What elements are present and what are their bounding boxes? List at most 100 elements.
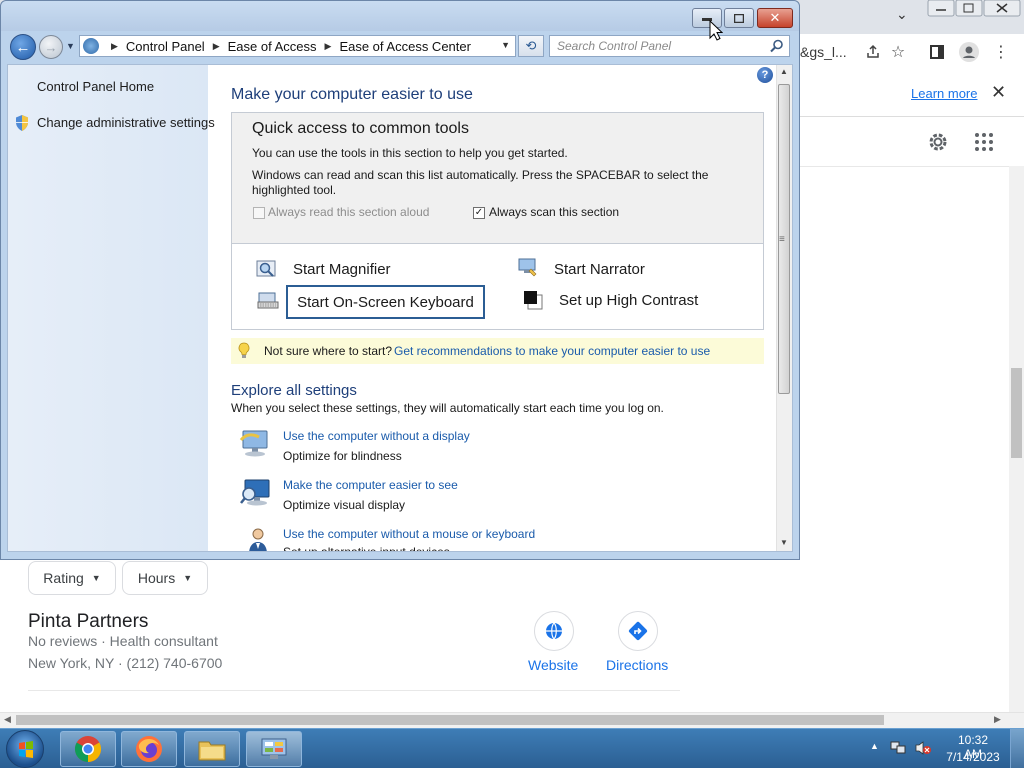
url-fragment[interactable]: &gs_l...	[800, 44, 847, 60]
display-setting-icon[interactable]	[239, 427, 273, 461]
tab-search-chevron-icon[interactable]: ⌄	[896, 6, 908, 23]
use-without-mouse-keyboard-description: Set up alternative input devices	[283, 545, 450, 551]
use-without-display-description: Optimize for blindness	[283, 449, 402, 463]
make-easier-to-see-description: Optimize visual display	[283, 498, 406, 512]
start-narrator-link[interactable]: Start Narrator	[554, 261, 645, 278]
address-dropdown-icon[interactable]: ▼	[501, 40, 510, 50]
listing-address: New York, NY · (212) 740-6700	[28, 655, 223, 671]
explore-settings-description: When you select these settings, they wil…	[231, 401, 664, 415]
breadcrumb-arrow-icon[interactable]: ▶	[213, 41, 220, 52]
always-read-aloud-checkbox[interactable]	[253, 207, 265, 219]
star-icon[interactable]: ☆	[887, 41, 909, 63]
maximize-button[interactable]	[724, 8, 754, 28]
search-icon	[770, 39, 783, 53]
breadcrumb-ease-of-access[interactable]: Ease of Access	[228, 39, 317, 54]
page-title: Make your computer easier to use	[231, 86, 473, 103]
control-panel-icon	[261, 738, 287, 759]
recent-pages-dropdown-icon[interactable]: ▼	[66, 41, 75, 51]
settings-gear-icon[interactable]	[926, 130, 950, 154]
high-contrast-icon[interactable]	[522, 289, 544, 310]
visual-display-setting-icon[interactable]	[239, 476, 273, 510]
explore-settings-heading: Explore all settings	[231, 382, 357, 399]
show-desktop-button[interactable]	[1010, 729, 1024, 768]
scroll-grip-icon: ≡	[779, 234, 785, 245]
breadcrumb-control-panel[interactable]: Control Panel	[126, 39, 205, 54]
directions-icon	[628, 621, 648, 641]
use-without-display-link[interactable]: Use the computer without a display	[283, 429, 470, 443]
start-on-screen-keyboard-button[interactable]: Start On-Screen Keyboard	[286, 285, 485, 319]
chrome-icon	[74, 736, 102, 763]
profile-icon[interactable]	[958, 41, 980, 63]
sidebar-item-change-admin-settings[interactable]: Change administrative settings	[37, 115, 215, 130]
taskbar-firefox-button[interactable]	[121, 731, 177, 767]
directions-button[interactable]	[618, 611, 658, 651]
sidebar-icon[interactable]	[926, 41, 948, 63]
scroll-up-arrow-icon[interactable]: ▲	[780, 67, 788, 76]
learn-more-link[interactable]: Learn more	[911, 86, 977, 101]
uac-shield-icon	[14, 114, 30, 132]
quick-access-title: Quick access to common tools	[252, 120, 469, 137]
address-bar[interactable]: ▶ Control Panel ▶ Ease of Access ▶ Ease …	[79, 35, 516, 57]
taskbar-explorer-button[interactable]	[184, 731, 240, 767]
scroll-left-arrow-icon[interactable]: ◀	[4, 714, 11, 725]
mouse-keyboard-setting-icon[interactable]	[241, 526, 275, 551]
back-button[interactable]: ←	[10, 34, 36, 60]
hours-filter-chip[interactable]: Hours ▼	[122, 561, 208, 595]
apps-grid-icon[interactable]	[974, 132, 994, 152]
search-input[interactable]: Search Control Panel	[549, 35, 790, 57]
browser-window-controls	[926, 0, 1022, 18]
start-button[interactable]	[6, 730, 44, 768]
magnifier-icon[interactable]	[256, 259, 278, 279]
kebab-menu-icon[interactable]: ⋮	[990, 41, 1012, 63]
folder-icon	[198, 741, 226, 761]
firefox-icon	[136, 736, 162, 762]
website-label[interactable]: Website	[528, 657, 578, 673]
scroll-right-arrow-icon[interactable]: ▶	[994, 714, 1001, 725]
breadcrumb-ease-of-access-center[interactable]: Ease of Access Center	[339, 39, 471, 54]
listing-title[interactable]: Pinta Partners	[28, 611, 148, 633]
start-magnifier-link[interactable]: Start Magnifier	[293, 261, 391, 278]
rating-filter-chip[interactable]: Rating ▼	[28, 561, 116, 595]
listing-category: No reviews · Health consultant	[28, 633, 218, 649]
directions-label[interactable]: Directions	[606, 657, 668, 673]
make-easier-to-see-link[interactable]: Make the computer easier to see	[283, 478, 458, 492]
clock-date[interactable]: 7/14/2023	[944, 750, 1002, 764]
refresh-button[interactable]: ⟲	[518, 35, 544, 57]
sidebar-item-control-panel-home[interactable]: Control Panel Home	[37, 79, 154, 94]
taskbar-control-panel-button[interactable]	[246, 731, 302, 767]
rating-chip-label: Rating	[43, 570, 84, 586]
volume-muted-icon[interactable]	[914, 740, 932, 756]
page-hscroll-thumb[interactable]	[16, 715, 884, 725]
narrator-icon[interactable]	[517, 257, 539, 277]
get-recommendations-link[interactable]: Get recommendations to make your compute…	[394, 344, 710, 358]
help-icon[interactable]: ?	[757, 67, 773, 83]
share-icon[interactable]	[862, 41, 884, 63]
quick-access-description: You can use the tools in this section to…	[252, 146, 568, 160]
window-titlebar[interactable]	[1, 1, 799, 31]
network-icon[interactable]	[890, 740, 906, 756]
quick-access-scan-note: Windows can read and scan this list auto…	[252, 168, 709, 197]
caret-down-icon: ▼	[183, 573, 193, 583]
scroll-down-arrow-icon[interactable]: ▼	[780, 538, 788, 547]
use-without-mouse-keyboard-link[interactable]: Use the computer without a mouse or keyb…	[283, 527, 535, 541]
page-scroll-thumb[interactable]	[1011, 368, 1022, 458]
always-scan-label[interactable]: Always scan this section	[489, 205, 619, 219]
close-window-button[interactable]: ✕	[757, 8, 793, 28]
always-scan-checkbox[interactable]: ✓	[473, 207, 485, 219]
on-screen-keyboard-icon[interactable]	[257, 290, 279, 310]
forward-button[interactable]: →	[39, 35, 63, 59]
close-icon[interactable]: ✕	[991, 82, 1006, 103]
website-button[interactable]	[534, 611, 574, 651]
always-read-aloud-label: Always read this section aloud	[268, 205, 430, 219]
breadcrumb-arrow-icon[interactable]: ▶	[325, 41, 332, 52]
taskbar-chrome-button[interactable]	[60, 731, 116, 767]
set-up-high-contrast-link[interactable]: Set up High Contrast	[559, 292, 698, 309]
search-placeholder: Search Control Panel	[557, 39, 672, 53]
mouse-cursor-icon	[709, 19, 724, 42]
show-hidden-icons-arrow-icon[interactable]: ▲	[870, 741, 879, 751]
divider	[28, 690, 680, 691]
hours-chip-label: Hours	[137, 570, 176, 586]
maximize-icon	[734, 13, 744, 23]
recommendation-prompt: Not sure where to start?	[264, 344, 393, 358]
breadcrumb-arrow-icon[interactable]: ▶	[111, 41, 118, 52]
